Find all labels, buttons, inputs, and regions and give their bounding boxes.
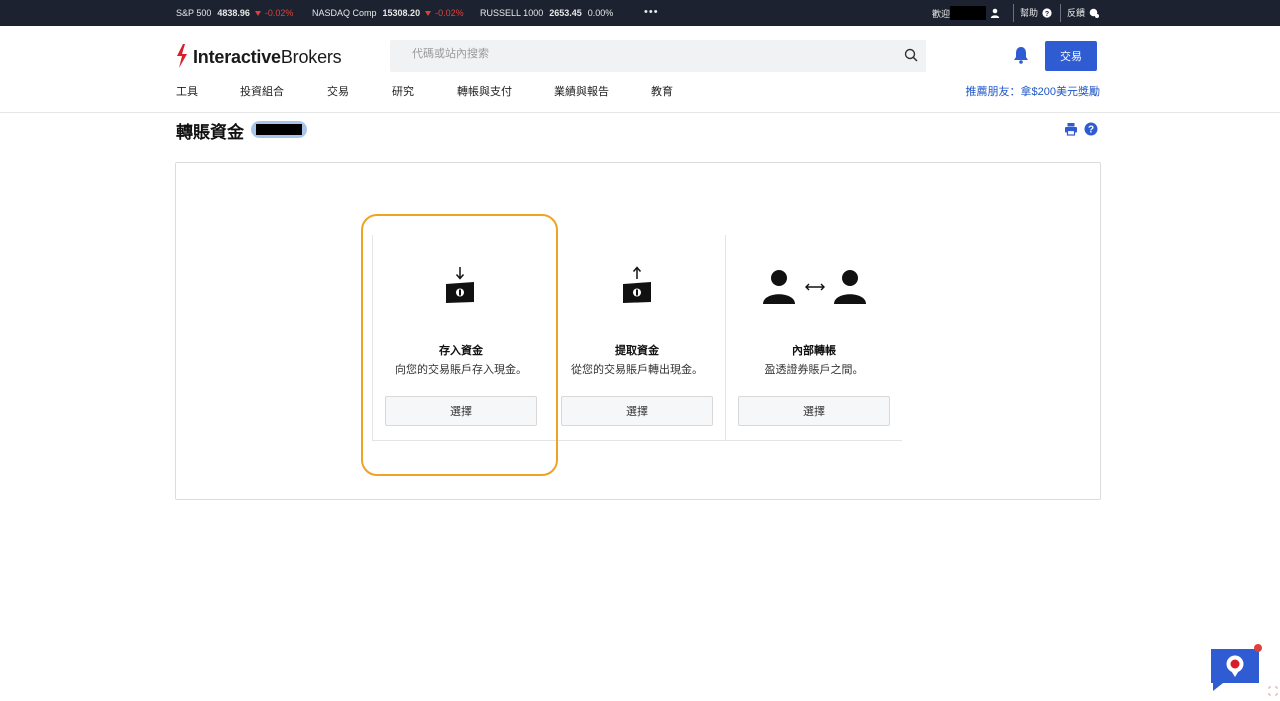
chat-support-icon[interactable] [1211,647,1259,691]
ticker-item[interactable]: NASDAQ Comp 15308.20 -0.02% [312,8,464,18]
search-icon[interactable] [904,48,918,62]
welcome-label: 歡迎 [932,8,951,19]
select-withdraw-button[interactable]: 選擇 [561,396,713,426]
nav-item-tools[interactable]: 工具 [176,83,198,99]
welcome-user[interactable]: 歡迎 [932,6,1000,20]
help-label: 幫助 [1020,8,1039,18]
account-selector[interactable] [251,121,307,138]
card-title: 提取資金 [615,345,659,357]
question-icon: ? [1042,7,1052,17]
card-description: 盈透證券賬戶之間。 [764,364,864,376]
down-arrow-icon [425,11,432,17]
ticker-name: RUSSELL 1000 [480,8,544,18]
internal-transfer-card[interactable]: 內部轉帳 盈透證券賬戶之間。 選擇 [726,235,902,441]
search-input[interactable] [410,47,894,61]
more-tickers-button[interactable]: ••• [644,6,659,18]
ticker-item[interactable]: S&P 500 4838.96 -0.02% [176,8,293,18]
feedback-link[interactable]: 反饋 [1067,6,1100,19]
resize-handle-icon [1268,686,1278,696]
card-description: 從您的交易賬戶轉出現金。 [571,364,703,376]
user-icon [990,8,1000,18]
page-title: 轉賬資金 [176,123,244,142]
logo-mark-icon [177,44,187,68]
internal-transfer-icon [763,270,866,304]
ticker-value: 2653.45 [549,8,582,18]
ib-logo[interactable]: InteractiveBrokers [175,42,342,72]
nav-item-education[interactable]: 教育 [651,83,673,99]
market-ticker-bar: S&P 500 4838.96 -0.02% NASDAQ Comp 15308.20… [0,0,1280,26]
feedback-label: 反饋 [1067,8,1086,18]
ticker-item[interactable]: RUSSELL 1000 2653.45 0.00% [480,8,613,18]
withdraw-funds-card[interactable]: 提取資金 從您的交易賬戶轉出現金。 選擇 [549,235,726,441]
nav-item-trade[interactable]: 交易 [327,83,349,99]
redacted-account-id [256,124,302,135]
ticker-change: -0.02% [264,8,294,18]
select-internal-transfer-button[interactable]: 選擇 [738,396,890,426]
help-icon[interactable]: ? [1084,122,1098,136]
svg-text:?: ? [1088,125,1094,136]
withdraw-icon [623,266,651,303]
nav-item-performance-reports[interactable]: 業績與報告 [554,83,609,99]
redacted-username [950,6,987,20]
ticker-name: NASDAQ Comp [312,8,377,18]
nav-item-portfolio[interactable]: 投資組合 [240,83,284,99]
logo-text: InteractiveBrokers [193,46,342,67]
feedback-icon [1089,8,1100,18]
trade-button[interactable]: 交易 [1045,41,1097,71]
selection-highlight [361,214,558,476]
ticker-value: 15308.20 [382,8,421,18]
svg-text:?: ? [1045,10,1049,17]
ticker-name: S&P 500 [176,8,212,18]
ticker-change: -0.02% [435,8,464,18]
ticker-change: 0.00% [587,8,614,18]
down-arrow-icon [254,11,261,17]
nav-item-research[interactable]: 研究 [392,83,414,99]
divider [1013,4,1014,22]
print-icon[interactable] [1064,122,1078,136]
card-title: 內部轉帳 [792,345,836,357]
ticker-value: 4838.96 [217,8,250,18]
nav-item-transfer-pay[interactable]: 轉帳與支付 [457,83,512,99]
search-bar [390,40,926,72]
site-header: InteractiveBrokers 交易 工具 投資組合 交易 研究 轉帳與支… [0,26,1280,113]
refer-friend-link[interactable]: 推薦朋友：拿$200美元獎勵 [966,83,1100,99]
help-link[interactable]: 幫助 ? [1020,6,1052,19]
divider [1060,4,1061,22]
notification-bell-icon[interactable] [1013,46,1029,64]
chat-notification-dot [1254,644,1262,652]
